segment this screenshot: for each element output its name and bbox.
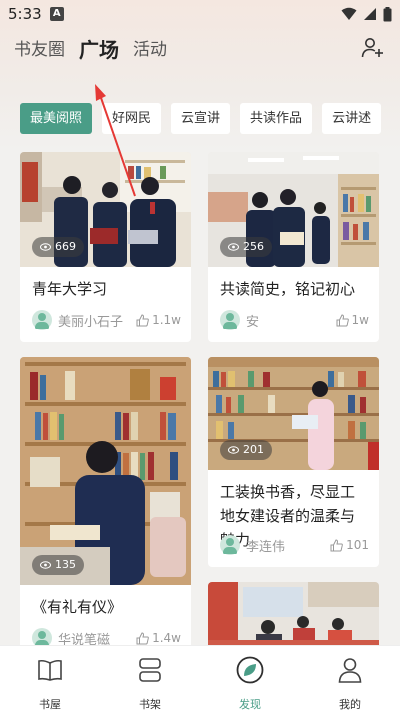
wifi-icon [341,7,357,20]
like-button[interactable]: 1w [336,313,369,327]
view-count: 135 [32,555,84,575]
add-friend-icon[interactable] [360,36,384,60]
bookshelf-icon [139,658,161,682]
view-count-value: 256 [243,240,264,253]
like-count: 1.4w [152,631,181,645]
battery-icon [383,6,392,21]
avatar[interactable] [220,535,240,555]
nav-bookhouse[interactable]: 书屋 [0,646,100,712]
view-count-value: 669 [55,240,76,253]
nav-label: 我的 [339,698,361,711]
view-count: 256 [220,237,272,257]
post-title: 青年大学习 [32,280,108,298]
bottom-navigation: 书屋 书架 发现 我的 [0,645,400,712]
like-count: 1w [351,313,369,327]
avatar[interactable] [220,310,240,330]
nav-label: 书屋 [39,698,61,711]
post-meta: 李连伟 101 [220,534,369,556]
person-icon [338,658,362,683]
thumb-up-icon [136,631,149,644]
nav-discover[interactable]: 发现 [200,646,300,712]
eye-icon [228,446,239,454]
category-chips: 最美阅照 好网民 云宣讲 共读作品 云讲述 [20,103,382,134]
notification-icon: A [49,7,64,21]
post-card[interactable] [208,582,379,652]
post-title: 《有礼有仪》 [32,598,123,616]
thumb-up-icon [330,538,343,551]
eye-icon [40,561,51,569]
like-count: 1.1w [152,313,181,327]
chip-most-beautiful-reading[interactable]: 最美阅照 [20,103,93,134]
post-title: 共读简史，铭记初心 [220,280,356,298]
like-button[interactable]: 1.1w [136,313,181,327]
chip-good-netizen[interactable]: 好网民 [102,103,162,134]
nav-profile[interactable]: 我的 [300,646,400,712]
tab-activities[interactable]: 活动 [133,36,167,64]
post-card[interactable]: 256 共读简史，铭记初心 安 1w [208,152,379,342]
post-photo [20,357,191,585]
eye-icon [40,243,51,251]
view-count: 669 [32,237,84,257]
view-count-value: 201 [243,443,264,456]
post-meta: 美丽小石子 1.1w [32,309,181,331]
post-photo [208,582,379,652]
like-button[interactable]: 101 [330,538,369,552]
open-book-icon [38,659,62,681]
top-tabs: 书友圈 广场 活动 [14,34,167,64]
chip-cloud-narration[interactable]: 云讲述 [322,103,382,134]
view-count-value: 135 [55,558,76,571]
post-card[interactable]: 135 《有礼有仪》 华说笔磁 1.4w [20,357,191,657]
post-card[interactable]: 201 工装换书香，尽显工地女建设者的温柔与魅力 李连伟 101 [208,357,379,567]
avatar[interactable] [32,310,52,330]
author-name[interactable]: 美丽小石子 [58,311,123,330]
status-time: 5:33 [8,5,42,23]
nav-label: 书架 [139,698,161,711]
author-name[interactable]: 李连伟 [246,536,285,555]
status-bar: 5:33 A [0,0,400,28]
like-count: 101 [346,538,369,552]
eye-icon [228,243,239,251]
post-card[interactable]: 669 青年大学习 美丽小石子 1.1w [20,152,191,342]
compass-leaf-icon [236,656,264,684]
author-name[interactable]: 安 [246,311,259,330]
tab-book-friends[interactable]: 书友圈 [14,36,65,64]
chip-shared-reading[interactable]: 共读作品 [240,103,313,134]
thumb-up-icon [336,313,349,326]
post-meta: 安 1w [220,309,369,331]
chip-cloud-lecture[interactable]: 云宣讲 [171,103,231,134]
nav-bookshelf[interactable]: 书架 [100,646,200,712]
view-count: 201 [220,440,272,460]
like-button[interactable]: 1.4w [136,631,181,645]
thumb-up-icon [136,313,149,326]
signal-icon [364,8,376,20]
nav-label: 发现 [239,698,261,711]
tab-square[interactable]: 广场 [79,36,119,64]
